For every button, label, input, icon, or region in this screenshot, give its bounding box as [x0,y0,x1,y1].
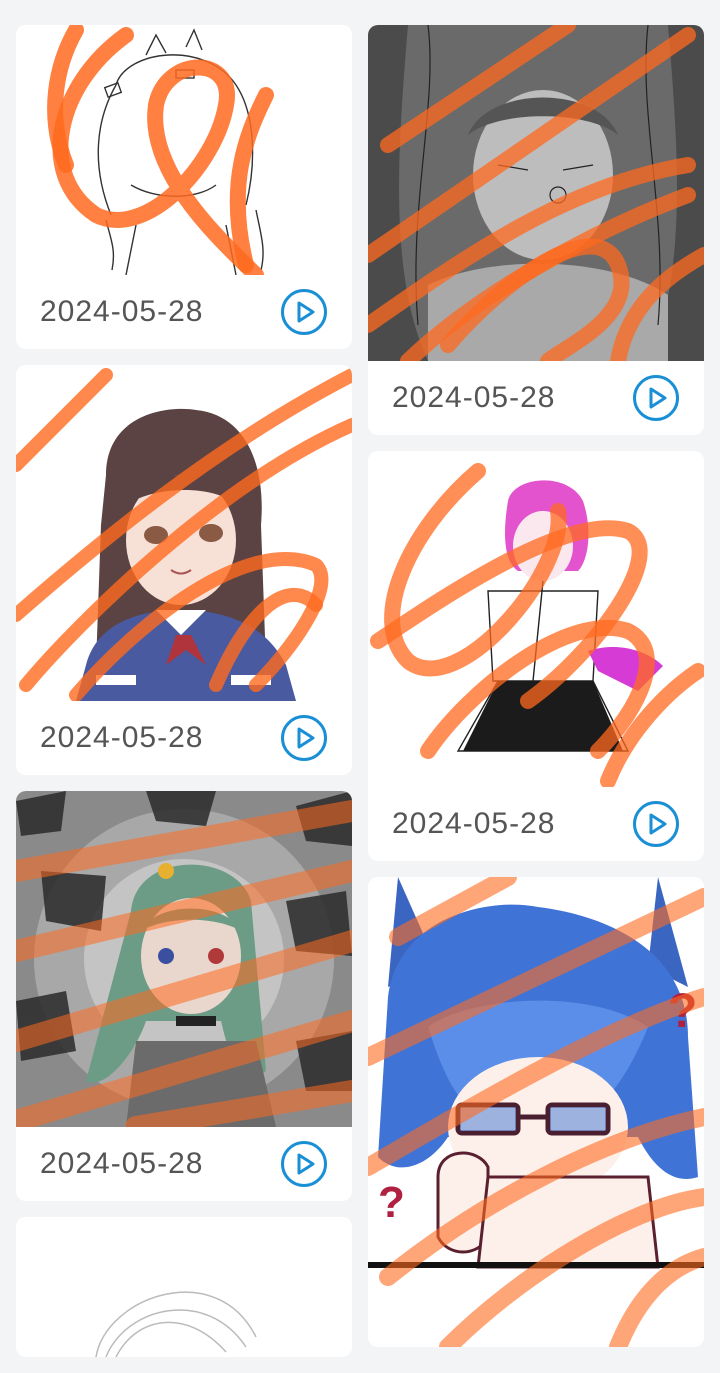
artwork-date: 2024-05-28 [40,295,204,328]
play-circle-icon[interactable] [280,1140,328,1188]
artwork-date: 2024-05-28 [40,1147,204,1180]
gallery-column-left: 2024-05-28 2024-05-28 2024-05-28 [16,25,352,1373]
artwork-card[interactable]: ? ? [368,877,704,1347]
card-footer: 2024-05-28 [16,1127,352,1201]
artwork-thumbnail[interactable]: ? ? [368,877,704,1347]
card-footer: 2024-05-28 [368,361,704,435]
card-footer: 2024-05-28 [16,275,352,349]
artwork-thumbnail[interactable] [368,25,704,361]
card-footer: 2024-05-28 [16,701,352,775]
artwork-card[interactable]: 2024-05-28 [16,791,352,1201]
artwork-thumbnail[interactable] [16,25,352,275]
artwork-card[interactable]: 2024-05-28 [368,25,704,435]
artwork-thumbnail[interactable] [16,1217,352,1357]
artwork-card[interactable]: 2024-05-28 [16,25,352,349]
artwork-thumbnail[interactable] [16,365,352,701]
play-circle-icon[interactable] [280,714,328,762]
artwork-thumbnail[interactable] [16,791,352,1127]
top-bar-partial [0,0,720,14]
play-circle-icon[interactable] [280,288,328,336]
artwork-thumbnail[interactable] [368,451,704,787]
artwork-date: 2024-05-28 [392,807,556,840]
play-circle-icon[interactable] [632,374,680,422]
play-circle-icon[interactable] [632,800,680,848]
svg-text:?: ? [378,1178,405,1227]
artwork-card[interactable] [16,1217,352,1357]
gallery-column-right: 2024-05-28 2024-05-28 ? ? [368,25,704,1363]
artwork-card[interactable]: 2024-05-28 [16,365,352,775]
artwork-card[interactable]: 2024-05-28 [368,451,704,861]
artwork-date: 2024-05-28 [392,381,556,414]
artwork-date: 2024-05-28 [40,721,204,754]
card-footer: 2024-05-28 [368,787,704,861]
